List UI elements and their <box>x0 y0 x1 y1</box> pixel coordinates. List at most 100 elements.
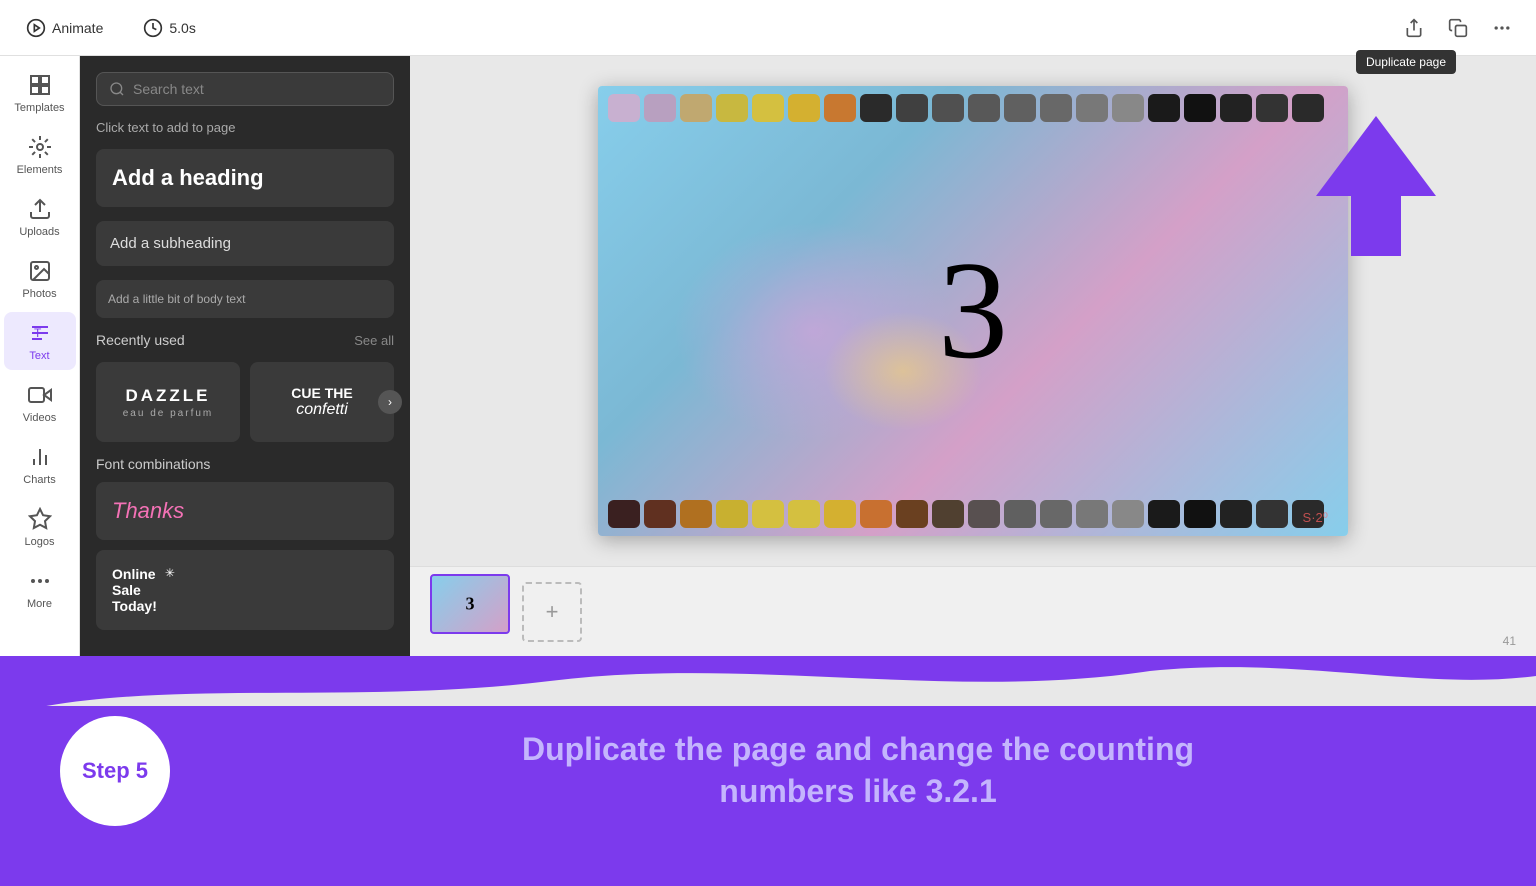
sidebar-item-videos[interactable]: Videos <box>4 374 76 432</box>
recently-used-cards: DAZZLE eau de parfum CUE THE confetti › <box>96 362 394 442</box>
film-decoration: S·2⁰ <box>1303 510 1328 526</box>
sidebar-item-uploads[interactable]: Uploads <box>4 188 76 246</box>
canvas-number: 3 <box>938 241 1008 381</box>
add-body-label: Add a little bit of body text <box>108 292 245 306</box>
sidebar-item-more[interactable]: More <box>4 560 76 618</box>
more-label: More <box>27 598 52 610</box>
photos-icon <box>27 258 53 284</box>
add-page-icon: + <box>546 599 559 625</box>
canvas-area: 3 <box>410 56 1536 656</box>
film-holes-top <box>598 94 1348 122</box>
recently-used-header: Recently used See all <box>96 332 394 348</box>
uploads-label: Uploads <box>19 226 59 238</box>
font-combinations-title: Font combinations <box>96 456 210 472</box>
carousel-next-button[interactable]: › <box>378 390 402 414</box>
logos-label: Logos <box>25 536 55 548</box>
combo-thanks-text: Thanks <box>112 498 184 524</box>
more-icon <box>27 568 53 594</box>
instruction-line2: numbers like 3.2.1 <box>522 771 1194 813</box>
font-card-confetti[interactable]: CUE THE confetti <box>250 362 394 442</box>
templates-label: Templates <box>14 102 64 114</box>
top-toolbar: Animate 5.0s <box>0 0 1536 56</box>
film-holes-bottom <box>598 500 1348 528</box>
clock-icon <box>143 18 163 38</box>
combo-star: ✳ <box>165 566 175 580</box>
text-icon: T <box>27 320 53 346</box>
search-input[interactable] <box>133 81 381 97</box>
add-heading-label: Add a heading <box>112 165 264 190</box>
step-label: Step 5 <box>82 758 148 784</box>
wave-top <box>0 656 1536 706</box>
add-subheading-label: Add a subheading <box>110 235 231 252</box>
main-layout: Templates Elements Uploads Photos T Text <box>0 56 1536 656</box>
dazzle-title: DAZZLE <box>125 386 210 406</box>
text-panel: Click text to add to page Add a heading … <box>80 56 410 656</box>
bottom-instruction: Duplicate the page and change the counti… <box>342 729 1194 812</box>
charts-label: Charts <box>23 474 55 486</box>
page-number: 41 <box>1503 634 1516 648</box>
add-body-button[interactable]: Add a little bit of body text <box>96 280 394 318</box>
photos-label: Photos <box>22 288 56 300</box>
share-icon <box>1404 18 1424 38</box>
combo-online-text: Online <box>112 566 157 582</box>
canvas-scroll[interactable]: 3 <box>410 56 1536 566</box>
uploads-icon <box>27 196 53 222</box>
font-combinations-header: Font combinations <box>96 456 394 472</box>
see-all-button[interactable]: See all <box>354 333 394 348</box>
sidebar-item-text[interactable]: T Text <box>4 312 76 370</box>
add-page-button[interactable]: + <box>522 582 582 642</box>
more-icon <box>1492 18 1512 38</box>
duplicate-icon <box>1448 18 1468 38</box>
dazzle-subtitle: eau de parfum <box>123 408 214 419</box>
page-thumbnail-1[interactable]: 3 1 <box>430 574 510 634</box>
cue-line2: confetti <box>296 401 348 419</box>
sidebar-item-elements[interactable]: Elements <box>4 126 76 184</box>
thumbnail-strip: 3 1 + <box>410 566 1536 656</box>
svg-text:T: T <box>34 326 42 340</box>
instruction-line1: Duplicate the page and change the counti… <box>522 729 1194 771</box>
search-box[interactable] <box>96 72 394 106</box>
icon-sidebar: Templates Elements Uploads Photos T Text <box>0 56 80 656</box>
animate-icon <box>26 18 46 38</box>
logos-icon <box>27 506 53 532</box>
thumb-number: 3 <box>466 593 475 614</box>
animate-label: Animate <box>52 20 103 36</box>
elements-icon <box>27 134 53 160</box>
animate-button[interactable]: Animate <box>16 12 113 44</box>
sidebar-item-templates[interactable]: Templates <box>4 64 76 122</box>
bottom-section: Step 5 Duplicate the page and change the… <box>0 656 1536 886</box>
duplicate-page-button[interactable] <box>1440 10 1476 46</box>
purple-arrow-annotation <box>1316 116 1436 261</box>
font-combinations: Font combinations Thanks Online Sale Tod… <box>96 456 394 630</box>
share-button[interactable] <box>1396 10 1432 46</box>
templates-icon <box>27 72 53 98</box>
duration-label: 5.0s <box>169 20 195 36</box>
elements-label: Elements <box>17 164 63 176</box>
page-thumbnail-wrapper: 3 1 <box>430 574 510 634</box>
see-all-label: See all <box>354 333 394 348</box>
search-icon <box>109 81 125 97</box>
videos-label: Videos <box>23 412 56 424</box>
combo-sale-text: Sale <box>112 582 157 598</box>
font-combo-online-sale[interactable]: Online Sale Today! ✳ <box>96 550 394 630</box>
text-label: Text <box>29 350 49 362</box>
duplicate-tooltip: Duplicate page <box>1356 50 1456 74</box>
add-subheading-button[interactable]: Add a subheading <box>96 221 394 266</box>
toolbar-right <box>1396 10 1520 46</box>
combo-today-text: Today! <box>112 598 157 614</box>
cue-line1: CUE THE <box>291 385 352 401</box>
click-hint: Click text to add to page <box>96 120 394 135</box>
recently-used-title: Recently used <box>96 332 185 348</box>
sidebar-item-logos[interactable]: Logos <box>4 498 76 556</box>
charts-icon <box>27 444 53 470</box>
sidebar-item-photos[interactable]: Photos <box>4 250 76 308</box>
add-heading-button[interactable]: Add a heading <box>96 149 394 207</box>
canvas-frame[interactable]: 3 <box>598 86 1348 536</box>
sidebar-item-charts[interactable]: Charts <box>4 436 76 494</box>
videos-icon <box>27 382 53 408</box>
font-combo-thanks[interactable]: Thanks <box>96 482 394 540</box>
more-options-button[interactable] <box>1484 10 1520 46</box>
step-circle: Step 5 <box>60 716 170 826</box>
font-card-dazzle[interactable]: DAZZLE eau de parfum <box>96 362 240 442</box>
duration-button[interactable]: 5.0s <box>133 12 205 44</box>
